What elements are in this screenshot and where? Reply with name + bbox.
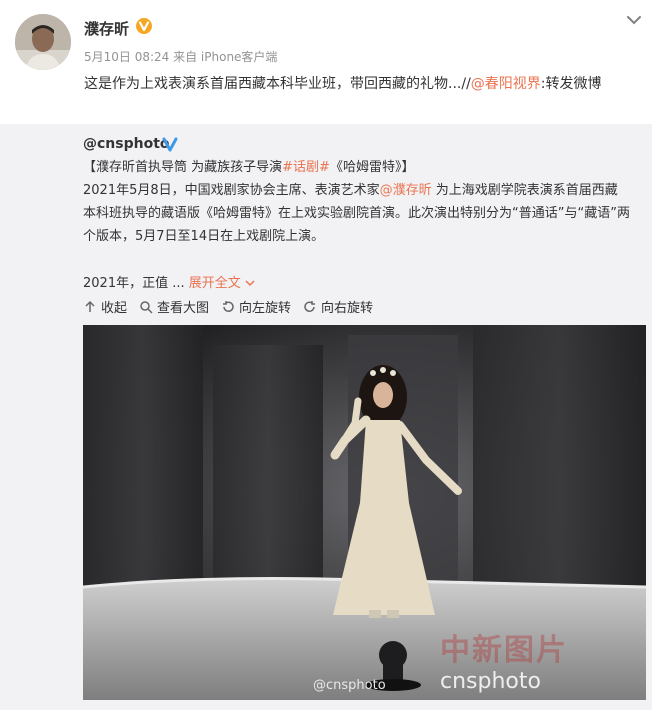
watermark-logo-text: 中新图片	[440, 633, 568, 668]
rotate-right-icon	[304, 300, 316, 312]
post-text: 这是作为上戏表演系首届西藏本科毕业班，带回西藏的礼物...//@春阳视界:转发微…	[84, 72, 644, 96]
post-mention-link[interactable]: @春阳视界	[471, 76, 541, 92]
watermark-site-text: cnsphoto	[440, 669, 541, 694]
repost-mention-link[interactable]: @濮存昕	[380, 183, 432, 198]
chevron-down-icon[interactable]	[625, 12, 643, 26]
repost-title: 【濮存昕首执导筒 为藏族孩子导演#话剧#《哈姆雷特》】	[83, 157, 414, 179]
chevron-down-small-icon	[245, 280, 255, 287]
weibo-post: 濮存昕 5月10日 08:24 来自 iPhone客户端 这是作为上戏表演系首届…	[0, 0, 652, 710]
post-text-suffix: :转发微博	[540, 76, 602, 92]
repost-title-prefix: 【濮存昕首执导筒 为藏族孩子导演	[83, 160, 283, 175]
avatar[interactable]	[15, 14, 71, 70]
image-toolbar: 收起 查看大图 向左旋转 向右旋转	[83, 297, 373, 316]
repost-body-line-1-a: 2021年5月8日，中国戏剧家协会主席、表演艺术家	[83, 183, 380, 198]
photo-watermark: @cnsphoto	[313, 678, 386, 693]
repost-body-line-3: 个版本，5月7日至14日在上戏剧院上演。	[83, 229, 325, 244]
rotate-right-label: 向右旋转	[321, 301, 374, 316]
repost-body-line-1: 2021年5月8日，中国戏剧家协会主席、表演艺术家@濮存昕 为上海戏剧学院表演系…	[83, 180, 618, 202]
repost-summary-text: 2021年，正值 ...	[83, 276, 189, 291]
repost-author-name[interactable]: @cnsphoto	[83, 136, 170, 152]
watermark-logo: 中新图片 cnsphoto	[440, 621, 645, 701]
post-meta: 5月10日 08:24 来自 iPhone客户端	[84, 50, 278, 64]
collapse-label: 收起	[101, 301, 128, 316]
repost-summary: 2021年，正值 ... 展开全文	[83, 272, 255, 291]
blue-v-badge-icon	[162, 136, 178, 152]
repost-title-suffix: 《哈姆雷特》】	[329, 160, 415, 175]
post-text-prefix: 这是作为上戏表演系首届西藏本科毕业班，带回西藏的礼物...//	[84, 76, 471, 92]
v-badge-icon	[135, 17, 153, 35]
collapse-button[interactable]: 收起	[83, 297, 127, 316]
rotate-left-button[interactable]: 向左旋转	[221, 297, 291, 316]
reposted-content: @cnsphoto 【濮存昕首执导筒 为藏族孩子导演#话剧#《哈姆雷特》】 20…	[0, 124, 652, 710]
repost-body-line-1-b: 为上海戏剧学院表演系首届西藏	[431, 183, 618, 198]
topic-link[interactable]: #话剧#	[282, 160, 330, 175]
arrow-up-icon	[85, 300, 95, 312]
expand-label: 展开全文	[188, 276, 241, 291]
expand-full-text-link[interactable]: 展开全文	[189, 276, 255, 291]
rotate-left-label: 向左旋转	[239, 301, 292, 316]
search-icon	[140, 300, 153, 314]
author-name[interactable]: 濮存昕	[84, 18, 129, 39]
repost-body-line-2: 本科班执导的藏语版《哈姆雷特》在上戏实验剧院首演。此次演出特别分为“普通话”与“…	[83, 206, 630, 221]
rotate-right-button[interactable]: 向右旋转	[303, 297, 373, 316]
view-large-button[interactable]: 查看大图	[139, 297, 209, 316]
rotate-left-icon	[223, 300, 234, 312]
view-large-label: 查看大图	[157, 301, 210, 316]
